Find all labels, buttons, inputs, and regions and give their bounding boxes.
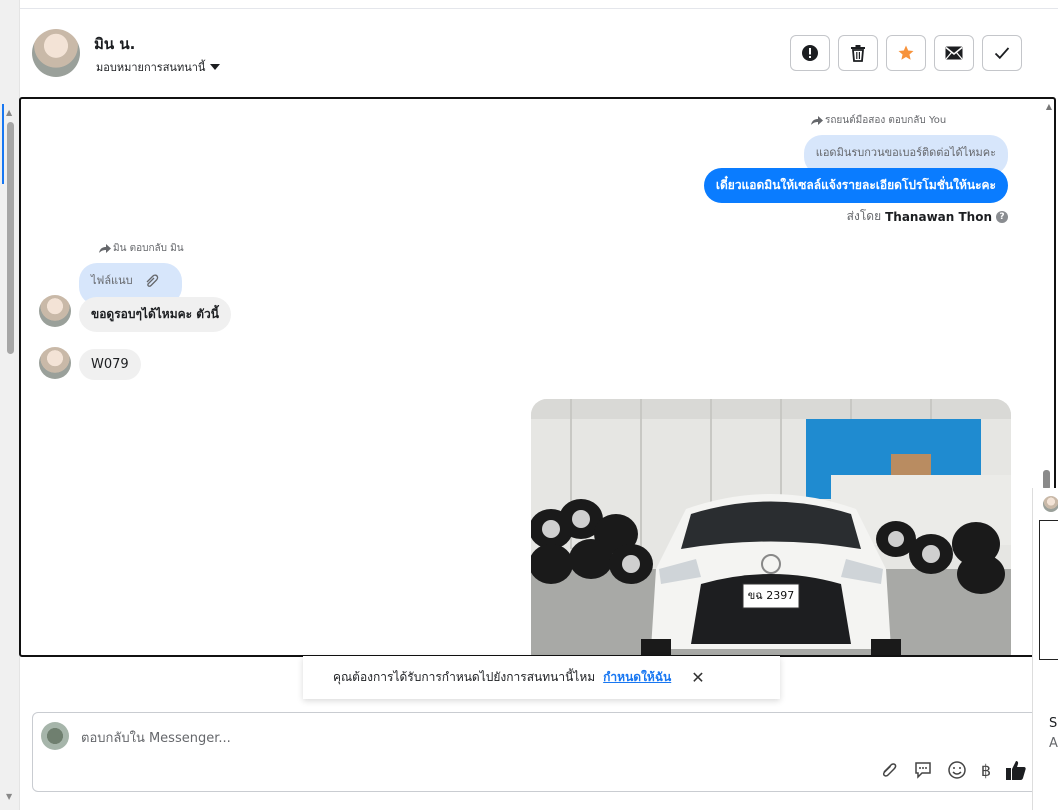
- active-indicator: [2, 104, 4, 184]
- license-plate: ขฉ 2397: [748, 589, 795, 602]
- star-icon: [898, 45, 914, 60]
- left-scrollbar[interactable]: ▲ ▼: [0, 0, 20, 810]
- reply-arrow-icon: [99, 243, 111, 253]
- delete-button[interactable]: [838, 35, 878, 71]
- thread-scroll-up-icon[interactable]: ▲: [1046, 102, 1052, 111]
- check-icon: [994, 47, 1010, 60]
- message-composer[interactable]: ตอบกลับใน Messenger... ฿: [32, 712, 1038, 792]
- scroll-up-arrow-icon[interactable]: ▲: [6, 108, 12, 117]
- incoming-message[interactable]: W079: [79, 349, 141, 380]
- trash-icon: [851, 45, 865, 62]
- side-panel-subtext: A: [1049, 736, 1058, 751]
- report-button[interactable]: [790, 35, 830, 71]
- car-photo: ขฉ 2397: [531, 399, 1011, 655]
- mark-unread-button[interactable]: [934, 35, 974, 71]
- incoming-message[interactable]: ขอดูรอบๆได้ไหมคะ ตัวนี้: [79, 297, 231, 332]
- assign-question: คุณต้องการได้รับการกำหนดไปยังการสนทนานี้…: [333, 670, 596, 684]
- outgoing-reply-note: รถยนต์มือสอง ตอบกลับ You: [811, 113, 946, 128]
- side-panel-clipped: S( A: [1032, 488, 1058, 810]
- outgoing-message[interactable]: เดี๋ยวแอดมินให้เซลล์แจ้งรายละเอียดโปรโมช…: [703, 168, 1008, 203]
- divider: [20, 8, 1058, 9]
- contact-avatar-small[interactable]: [39, 295, 71, 327]
- composer-tools: ฿: [879, 759, 1027, 781]
- reply-arrow-icon: [811, 115, 823, 125]
- emoji-icon[interactable]: [947, 760, 967, 780]
- close-icon[interactable]: ✕: [691, 668, 704, 687]
- incoming-reply-note: มิน ตอบกลับ มิน: [99, 241, 184, 256]
- scrollbar-thumb[interactable]: [7, 122, 14, 354]
- assign-label: มอบหมายการสนทนานี้: [96, 61, 206, 74]
- caret-down-icon: [210, 64, 221, 70]
- attach-icon[interactable]: [879, 760, 899, 780]
- like-icon[interactable]: [1005, 759, 1027, 781]
- mail-icon: [945, 46, 963, 60]
- contact-avatar-small[interactable]: [39, 347, 71, 379]
- car-photo-attachment[interactable]: ขฉ 2397: [531, 399, 1011, 655]
- side-avatar: [1043, 496, 1058, 512]
- saved-reply-icon[interactable]: [913, 760, 933, 780]
- assign-prompt-banner: คุณต้องการได้รับการกำหนดไปยังการสนทนานี้…: [303, 656, 780, 699]
- reply-input[interactable]: ตอบกลับใน Messenger...: [81, 727, 231, 748]
- sender-name: Thanawan Thon: [885, 209, 992, 224]
- side-panel-text: S(: [1049, 716, 1058, 731]
- header-actions: [790, 35, 1022, 71]
- paperclip-icon: [146, 274, 159, 287]
- messenger-inbox: ▲ ▼ มิน น. มอบหมายการสนทนานี้ ▲ รถยนต์มื…: [0, 0, 1058, 810]
- sent-by-label: ส่งโดย Thanawan Thon ?: [847, 207, 1008, 226]
- side-panel-frame: [1039, 520, 1058, 660]
- contact-avatar[interactable]: [32, 29, 80, 77]
- side-scrollbar-thumb[interactable]: [1043, 470, 1050, 490]
- star-button[interactable]: [886, 35, 926, 71]
- conversation-header: มิน น. มอบหมายการสนทนานี้: [20, 10, 1058, 98]
- mark-done-button[interactable]: [982, 35, 1022, 71]
- help-icon[interactable]: ?: [996, 210, 1008, 223]
- scroll-down-arrow-icon[interactable]: ▼: [6, 792, 12, 801]
- contact-name[interactable]: มิน น.: [94, 32, 135, 56]
- baht-icon[interactable]: ฿: [981, 761, 991, 780]
- report-icon: [802, 45, 818, 61]
- message-thread[interactable]: ▲ รถยนต์มือสอง ตอบกลับ You แอดมินรบกวนขอ…: [19, 97, 1056, 657]
- attachment-label: ไฟล์แนบ: [91, 274, 133, 287]
- page-avatar: [41, 722, 69, 750]
- assign-to-me-link[interactable]: กำหนดให้ฉัน: [603, 668, 671, 687]
- assign-conversation-dropdown[interactable]: มอบหมายการสนทนานี้: [96, 58, 221, 76]
